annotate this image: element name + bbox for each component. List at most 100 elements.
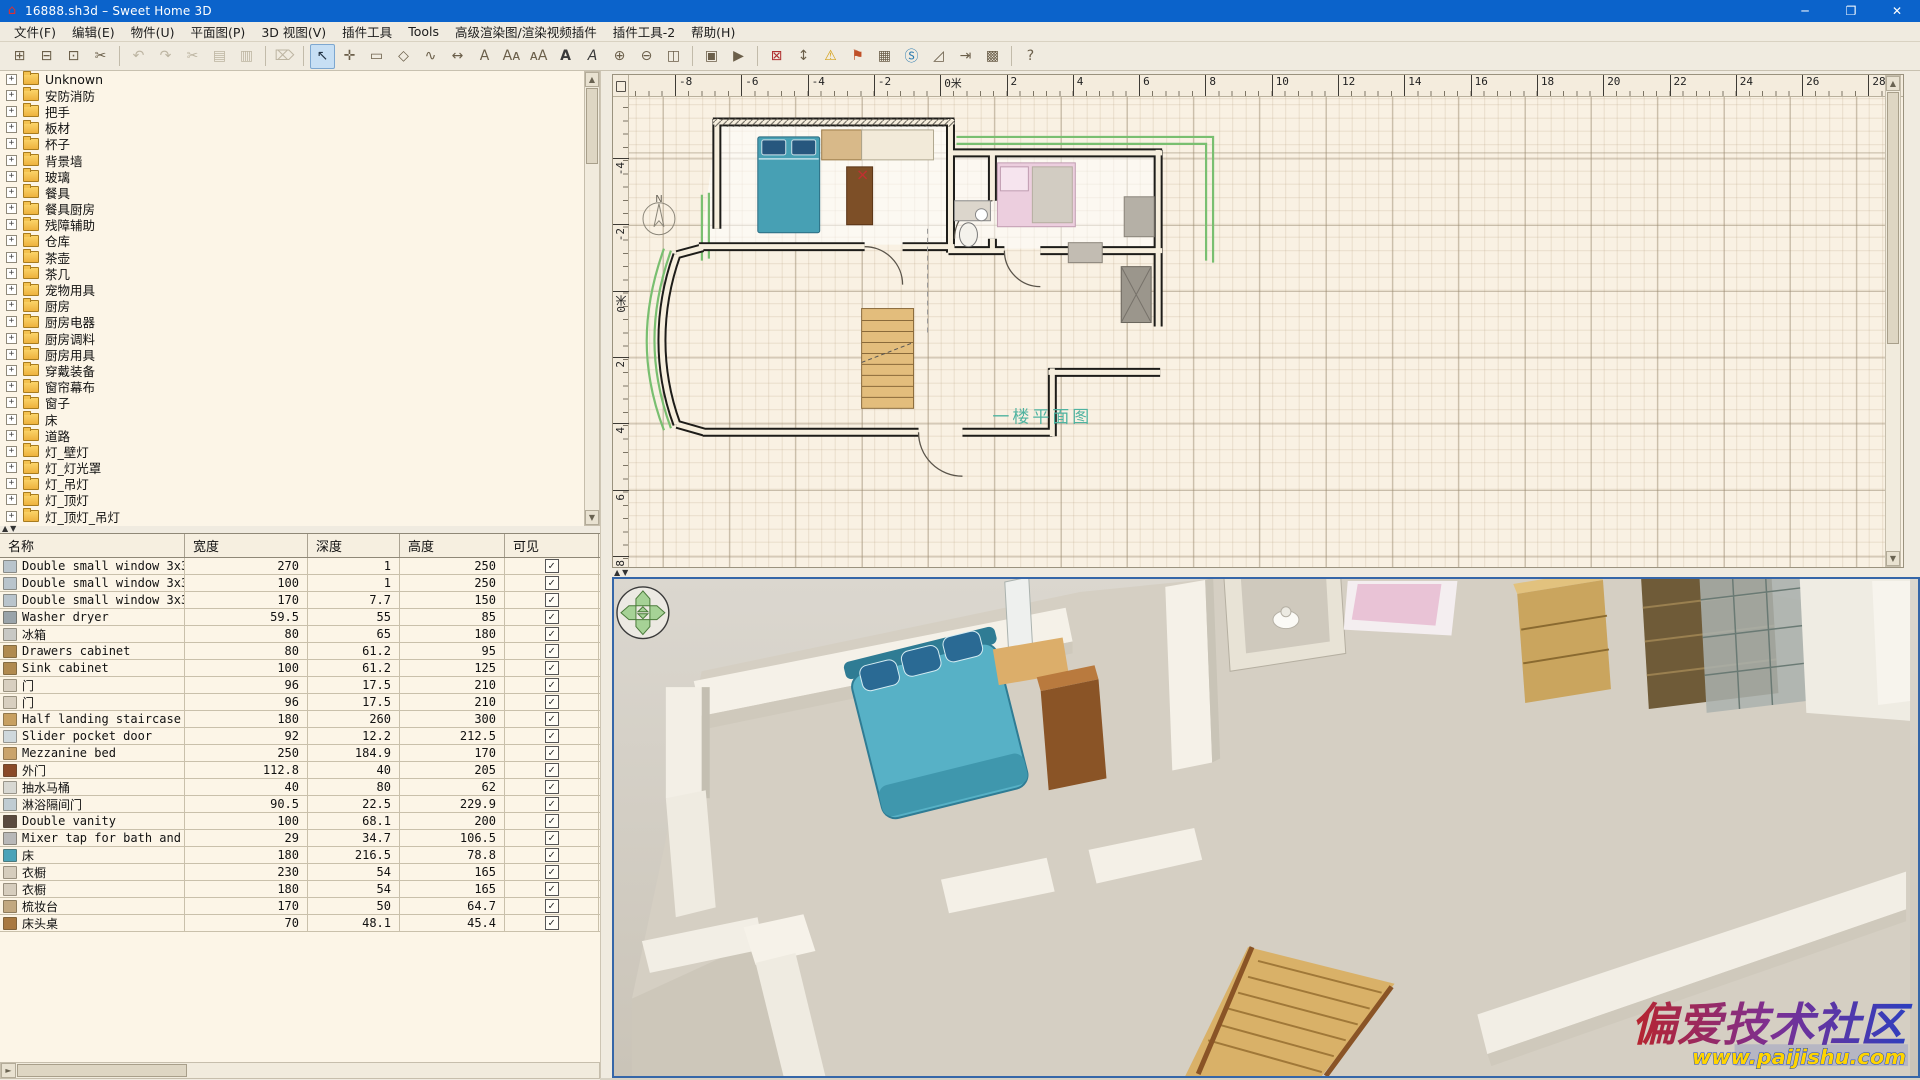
menu-edit[interactable]: 编辑(E) (64, 20, 123, 43)
visible-checkbox[interactable]: ✓ (545, 695, 559, 709)
catalog-category-row[interactable]: +灯_吊灯 (0, 476, 584, 492)
visible-checkbox[interactable]: ✓ (545, 678, 559, 692)
expand-toggle-icon[interactable]: + (6, 74, 17, 85)
visible-checkbox[interactable]: ✓ (545, 797, 559, 811)
catalog-category-row[interactable]: +宠物用具 (0, 281, 584, 297)
table-row[interactable]: Sink cabinet10061.2125✓ (0, 660, 600, 677)
catalog-category-row[interactable]: +窗帘幕布 (0, 379, 584, 395)
menu-plugin-tools[interactable]: 插件工具 (334, 20, 400, 43)
catalog-category-row[interactable]: +玻璃 (0, 168, 584, 184)
expand-toggle-icon[interactable]: + (6, 106, 17, 117)
catalog-category-row[interactable]: +安防消防 (0, 87, 584, 103)
expand-toggle-icon[interactable]: + (6, 171, 17, 182)
header-height[interactable]: 高度 (400, 534, 505, 557)
visible-checkbox[interactable]: ✓ (545, 814, 559, 828)
visible-checkbox[interactable]: ✓ (545, 746, 559, 760)
italic-icon[interactable]: A (580, 44, 605, 69)
splitter-down-icon[interactable]: ▼ (10, 524, 16, 533)
menu-advanced-rendering[interactable]: 高级渲染图/渲染视频插件 (447, 20, 605, 43)
create-walls-icon[interactable]: ▭ (364, 44, 389, 69)
table-horizontal-scrollbar[interactable]: ◄ ► (0, 1062, 600, 1079)
catalog-category-row[interactable]: +餐具厨房 (0, 201, 584, 217)
visible-checkbox[interactable]: ✓ (545, 559, 559, 573)
visible-checkbox[interactable]: ✓ (545, 763, 559, 777)
visible-checkbox[interactable]: ✓ (545, 916, 559, 930)
scroll-up-icon[interactable]: ▲ (585, 72, 599, 87)
plan-scrollbar[interactable]: ▲ ▼ (1885, 75, 1901, 567)
expand-toggle-icon[interactable]: + (6, 430, 17, 441)
expand-toggle-icon[interactable]: + (6, 90, 17, 101)
minimize-button[interactable]: ─ (1782, 0, 1828, 22)
menu-plan[interactable]: 平面图(P) (183, 20, 254, 43)
paste-icon[interactable]: ▥ (234, 44, 259, 69)
new-home-icon[interactable]: ⊞ (7, 44, 32, 69)
plan-3d-splitter-arrows[interactable]: ▲ ▼ (614, 568, 638, 577)
catalog-category-row[interactable]: +茶壶 (0, 249, 584, 265)
header-name[interactable]: 名称 (0, 534, 185, 557)
catalog-category-row[interactable]: +灯_顶灯 (0, 492, 584, 508)
add-text-icon[interactable]: A (472, 44, 497, 69)
menu-help[interactable]: 帮助(H) (683, 20, 743, 43)
increase-text-size-icon[interactable]: ᴀA (526, 44, 551, 69)
visible-checkbox[interactable]: ✓ (545, 627, 559, 641)
catalog-category-row[interactable]: +Unknown (0, 71, 584, 87)
undo-icon[interactable]: ↶ (126, 44, 151, 69)
catalog-category-row[interactable]: +厨房调料 (0, 330, 584, 346)
plan-3d-splitter[interactable] (612, 568, 1920, 577)
expand-toggle-icon[interactable]: + (6, 235, 17, 246)
copy-icon[interactable]: ▤ (207, 44, 232, 69)
catalog-category-row[interactable]: +板材 (0, 120, 584, 136)
visible-checkbox[interactable]: ✓ (545, 610, 559, 624)
expand-toggle-icon[interactable]: + (6, 365, 17, 376)
create-dimensions-icon[interactable]: ↔ (445, 44, 470, 69)
plugin-flag-icon[interactable]: ⚑ (845, 44, 870, 69)
expand-toggle-icon[interactable]: + (6, 316, 17, 327)
header-width[interactable]: 宽度 (185, 534, 308, 557)
expand-toggle-icon[interactable]: + (6, 268, 17, 279)
close-button[interactable]: ✕ (1874, 0, 1920, 22)
table-row[interactable]: Double small window 3x3...1707.7150✓ (0, 592, 600, 609)
table-row[interactable]: 淋浴隔间门90.522.5229.9✓ (0, 796, 600, 813)
scroll-down-icon[interactable]: ▼ (585, 510, 599, 525)
horizontal-scrollbar-thumb[interactable] (17, 1064, 187, 1077)
import-texture-icon[interactable]: ✂ (88, 44, 113, 69)
expand-toggle-icon[interactable]: + (6, 414, 17, 425)
visible-checkbox[interactable]: ✓ (545, 661, 559, 675)
create-photo-icon[interactable]: ▣ (699, 44, 724, 69)
menu-furniture[interactable]: 物件(U) (123, 20, 183, 43)
table-row[interactable]: 冰箱8065180✓ (0, 626, 600, 643)
menu-tools[interactable]: Tools (400, 22, 447, 41)
table-row[interactable]: 门9617.5210✓ (0, 694, 600, 711)
create-polylines-icon[interactable]: ∿ (418, 44, 443, 69)
decrease-text-size-icon[interactable]: Aᴀ (499, 44, 524, 69)
catalog-scrollbar-thumb[interactable] (586, 88, 598, 164)
table-row[interactable]: Drawers cabinet8061.295✓ (0, 643, 600, 660)
header-visible[interactable]: 可见 (505, 534, 599, 557)
table-row[interactable]: 床头桌7048.145.4✓ (0, 915, 600, 932)
catalog-category-row[interactable]: +道路 (0, 427, 584, 443)
table-row[interactable]: Mixer tap for bath and ...2934.7106.5✓ (0, 830, 600, 847)
catalog-category-row[interactable]: +餐具 (0, 184, 584, 200)
catalog-category-row[interactable]: +灯_灯光罩 (0, 460, 584, 476)
maximize-button[interactable]: ❐ (1828, 0, 1874, 22)
split-view-icon[interactable]: ◫ (661, 44, 686, 69)
expand-toggle-icon[interactable]: + (6, 478, 17, 489)
splitter-up-icon[interactable]: ▲ (2, 524, 8, 533)
plugin-grid-icon[interactable]: ▩ (980, 44, 1005, 69)
catalog-category-row[interactable]: +灯_壁灯 (0, 443, 584, 459)
import-furniture-icon[interactable]: ⊡ (61, 44, 86, 69)
visible-checkbox[interactable]: ✓ (545, 831, 559, 845)
table-row[interactable]: 衣橱18054165✓ (0, 881, 600, 898)
expand-toggle-icon[interactable]: + (6, 381, 17, 392)
bold-icon[interactable]: A (553, 44, 578, 69)
table-row[interactable]: Double small window 3x3...1001250✓ (0, 575, 600, 592)
plugin-export-obj-icon[interactable]: ⇥ (953, 44, 978, 69)
expand-toggle-icon[interactable]: + (6, 187, 17, 198)
cut-icon[interactable]: ✂ (180, 44, 205, 69)
splitter-up-icon[interactable]: ▲ (614, 568, 620, 577)
help-icon[interactable]: ? (1018, 44, 1043, 69)
visible-checkbox[interactable]: ✓ (545, 712, 559, 726)
menu-plugin-tools-2[interactable]: 插件工具-2 (605, 20, 683, 43)
plugin-slope-icon[interactable]: ◿ (926, 44, 951, 69)
catalog-category-row[interactable]: +背景墙 (0, 152, 584, 168)
